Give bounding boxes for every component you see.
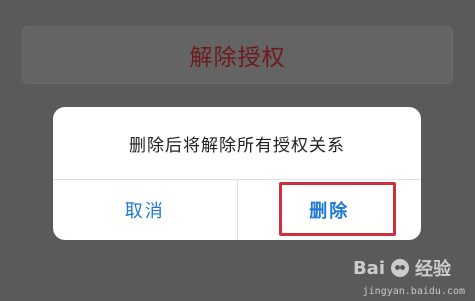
cancel-button[interactable]: 取消 — [53, 180, 238, 240]
watermark: Bai 经验 — [353, 255, 451, 281]
delete-confirm-dialog: 删除后将解除所有授权关系 取消 删除 — [53, 107, 421, 240]
dialog-message: 删除后将解除所有授权关系 — [53, 107, 421, 180]
watermark-brand-right: 经验 — [415, 259, 451, 280]
watermark-brand-left: Bai — [352, 257, 385, 279]
revoke-authorization-button[interactable]: 解除授权 — [22, 26, 453, 84]
revoke-authorization-label: 解除授权 — [189, 45, 286, 71]
delete-button[interactable]: 删除 — [238, 180, 422, 240]
paw-icon — [391, 259, 409, 277]
dialog-actions: 取消 删除 — [53, 180, 421, 240]
watermark-url: jingyan.baidu.com — [362, 286, 465, 297]
